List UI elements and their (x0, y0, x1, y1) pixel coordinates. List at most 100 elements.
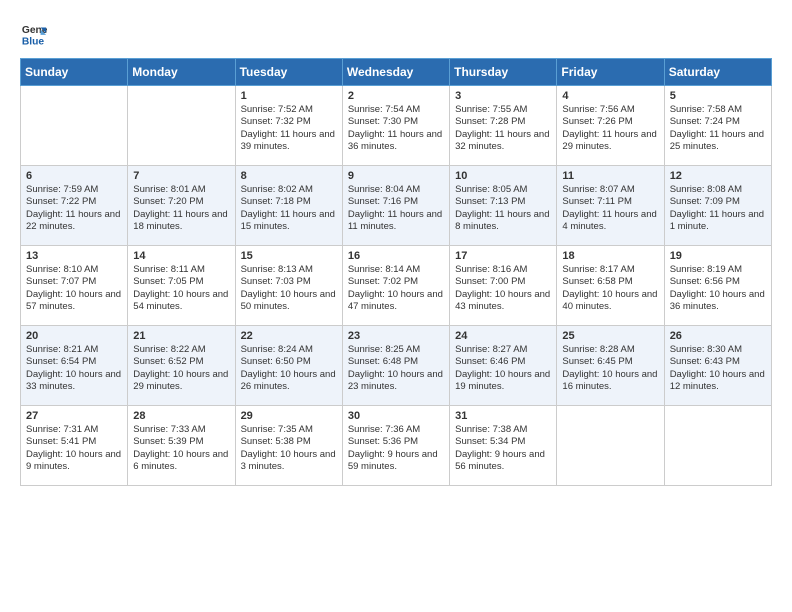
cell-content: Sunrise: 7:33 AM (133, 424, 229, 436)
day-number: 29 (241, 410, 337, 422)
cell-content: Daylight: 11 hours and 32 minutes. (455, 129, 551, 154)
cell-content: Sunrise: 8:21 AM (26, 344, 122, 356)
calendar-cell: 20Sunrise: 8:21 AMSunset: 6:54 PMDayligh… (21, 326, 128, 406)
cell-content: Sunset: 7:32 PM (241, 116, 337, 128)
cell-content: Daylight: 10 hours and 9 minutes. (26, 449, 122, 474)
day-number: 18 (562, 250, 658, 262)
cell-content: Sunrise: 8:28 AM (562, 344, 658, 356)
cell-content: Sunset: 6:58 PM (562, 276, 658, 288)
cell-content: Sunrise: 8:13 AM (241, 264, 337, 276)
cell-content: Sunset: 7:22 PM (26, 196, 122, 208)
calendar-week-row: 6Sunrise: 7:59 AMSunset: 7:22 PMDaylight… (21, 166, 772, 246)
cell-content: Daylight: 10 hours and 40 minutes. (562, 289, 658, 314)
day-number: 13 (26, 250, 122, 262)
cell-content: Sunset: 7:02 PM (348, 276, 444, 288)
calendar-cell: 23Sunrise: 8:25 AMSunset: 6:48 PMDayligh… (342, 326, 449, 406)
cell-content: Sunrise: 8:27 AM (455, 344, 551, 356)
calendar-table: SundayMondayTuesdayWednesdayThursdayFrid… (20, 58, 772, 486)
cell-content: Sunset: 7:05 PM (133, 276, 229, 288)
calendar-cell: 31Sunrise: 7:38 AMSunset: 5:34 PMDayligh… (450, 406, 557, 486)
calendar-week-row: 27Sunrise: 7:31 AMSunset: 5:41 PMDayligh… (21, 406, 772, 486)
cell-content: Sunrise: 7:31 AM (26, 424, 122, 436)
cell-content: Daylight: 9 hours and 56 minutes. (455, 449, 551, 474)
cell-content: Sunrise: 8:19 AM (670, 264, 766, 276)
day-number: 22 (241, 330, 337, 342)
calendar-cell (21, 86, 128, 166)
day-number: 28 (133, 410, 229, 422)
cell-content: Daylight: 11 hours and 1 minute. (670, 209, 766, 234)
day-number: 19 (670, 250, 766, 262)
day-number: 4 (562, 90, 658, 102)
cell-content: Daylight: 10 hours and 19 minutes. (455, 369, 551, 394)
cell-content: Sunset: 7:11 PM (562, 196, 658, 208)
calendar-cell: 18Sunrise: 8:17 AMSunset: 6:58 PMDayligh… (557, 246, 664, 326)
cell-content: Daylight: 11 hours and 29 minutes. (562, 129, 658, 154)
cell-content: Daylight: 10 hours and 57 minutes. (26, 289, 122, 314)
cell-content: Sunrise: 8:02 AM (241, 184, 337, 196)
day-header-sunday: Sunday (21, 59, 128, 86)
calendar-cell (664, 406, 771, 486)
logo-icon: General Blue (20, 20, 48, 48)
calendar-cell: 21Sunrise: 8:22 AMSunset: 6:52 PMDayligh… (128, 326, 235, 406)
day-number: 10 (455, 170, 551, 182)
cell-content: Sunset: 6:48 PM (348, 356, 444, 368)
cell-content: Sunrise: 8:25 AM (348, 344, 444, 356)
day-number: 17 (455, 250, 551, 262)
day-number: 1 (241, 90, 337, 102)
calendar-cell: 14Sunrise: 8:11 AMSunset: 7:05 PMDayligh… (128, 246, 235, 326)
cell-content: Sunrise: 8:11 AM (133, 264, 229, 276)
cell-content: Sunrise: 8:14 AM (348, 264, 444, 276)
cell-content: Sunrise: 8:01 AM (133, 184, 229, 196)
cell-content: Daylight: 11 hours and 4 minutes. (562, 209, 658, 234)
day-number: 5 (670, 90, 766, 102)
cell-content: Daylight: 10 hours and 36 minutes. (670, 289, 766, 314)
cell-content: Sunset: 6:43 PM (670, 356, 766, 368)
cell-content: Sunset: 7:16 PM (348, 196, 444, 208)
calendar-body: 1Sunrise: 7:52 AMSunset: 7:32 PMDaylight… (21, 86, 772, 486)
cell-content: Daylight: 10 hours and 29 minutes. (133, 369, 229, 394)
day-header-monday: Monday (128, 59, 235, 86)
cell-content: Sunset: 6:45 PM (562, 356, 658, 368)
cell-content: Sunset: 5:38 PM (241, 436, 337, 448)
calendar-cell: 7Sunrise: 8:01 AMSunset: 7:20 PMDaylight… (128, 166, 235, 246)
day-number: 2 (348, 90, 444, 102)
day-number: 31 (455, 410, 551, 422)
cell-content: Sunrise: 7:58 AM (670, 104, 766, 116)
cell-content: Sunset: 6:46 PM (455, 356, 551, 368)
cell-content: Daylight: 10 hours and 54 minutes. (133, 289, 229, 314)
calendar-cell: 15Sunrise: 8:13 AMSunset: 7:03 PMDayligh… (235, 246, 342, 326)
cell-content: Sunset: 7:28 PM (455, 116, 551, 128)
calendar-cell: 1Sunrise: 7:52 AMSunset: 7:32 PMDaylight… (235, 86, 342, 166)
calendar-cell: 3Sunrise: 7:55 AMSunset: 7:28 PMDaylight… (450, 86, 557, 166)
cell-content: Sunrise: 8:24 AM (241, 344, 337, 356)
day-number: 26 (670, 330, 766, 342)
cell-content: Daylight: 10 hours and 47 minutes. (348, 289, 444, 314)
calendar-cell: 25Sunrise: 8:28 AMSunset: 6:45 PMDayligh… (557, 326, 664, 406)
page-header: General Blue (20, 20, 772, 48)
cell-content: Sunset: 7:26 PM (562, 116, 658, 128)
day-number: 30 (348, 410, 444, 422)
cell-content: Daylight: 10 hours and 43 minutes. (455, 289, 551, 314)
day-number: 21 (133, 330, 229, 342)
cell-content: Daylight: 11 hours and 22 minutes. (26, 209, 122, 234)
cell-content: Daylight: 10 hours and 16 minutes. (562, 369, 658, 394)
calendar-cell: 12Sunrise: 8:08 AMSunset: 7:09 PMDayligh… (664, 166, 771, 246)
cell-content: Daylight: 9 hours and 59 minutes. (348, 449, 444, 474)
cell-content: Sunrise: 8:08 AM (670, 184, 766, 196)
calendar-cell: 5Sunrise: 7:58 AMSunset: 7:24 PMDaylight… (664, 86, 771, 166)
day-number: 6 (26, 170, 122, 182)
calendar-cell: 8Sunrise: 8:02 AMSunset: 7:18 PMDaylight… (235, 166, 342, 246)
cell-content: Sunset: 5:41 PM (26, 436, 122, 448)
cell-content: Sunrise: 8:30 AM (670, 344, 766, 356)
cell-content: Sunset: 7:24 PM (670, 116, 766, 128)
calendar-cell: 2Sunrise: 7:54 AMSunset: 7:30 PMDaylight… (342, 86, 449, 166)
cell-content: Sunset: 6:50 PM (241, 356, 337, 368)
cell-content: Daylight: 10 hours and 50 minutes. (241, 289, 337, 314)
cell-content: Daylight: 11 hours and 8 minutes. (455, 209, 551, 234)
day-header-tuesday: Tuesday (235, 59, 342, 86)
calendar-week-row: 20Sunrise: 8:21 AMSunset: 6:54 PMDayligh… (21, 326, 772, 406)
cell-content: Sunset: 7:30 PM (348, 116, 444, 128)
cell-content: Sunset: 7:18 PM (241, 196, 337, 208)
day-number: 11 (562, 170, 658, 182)
logo: General Blue (20, 20, 52, 48)
